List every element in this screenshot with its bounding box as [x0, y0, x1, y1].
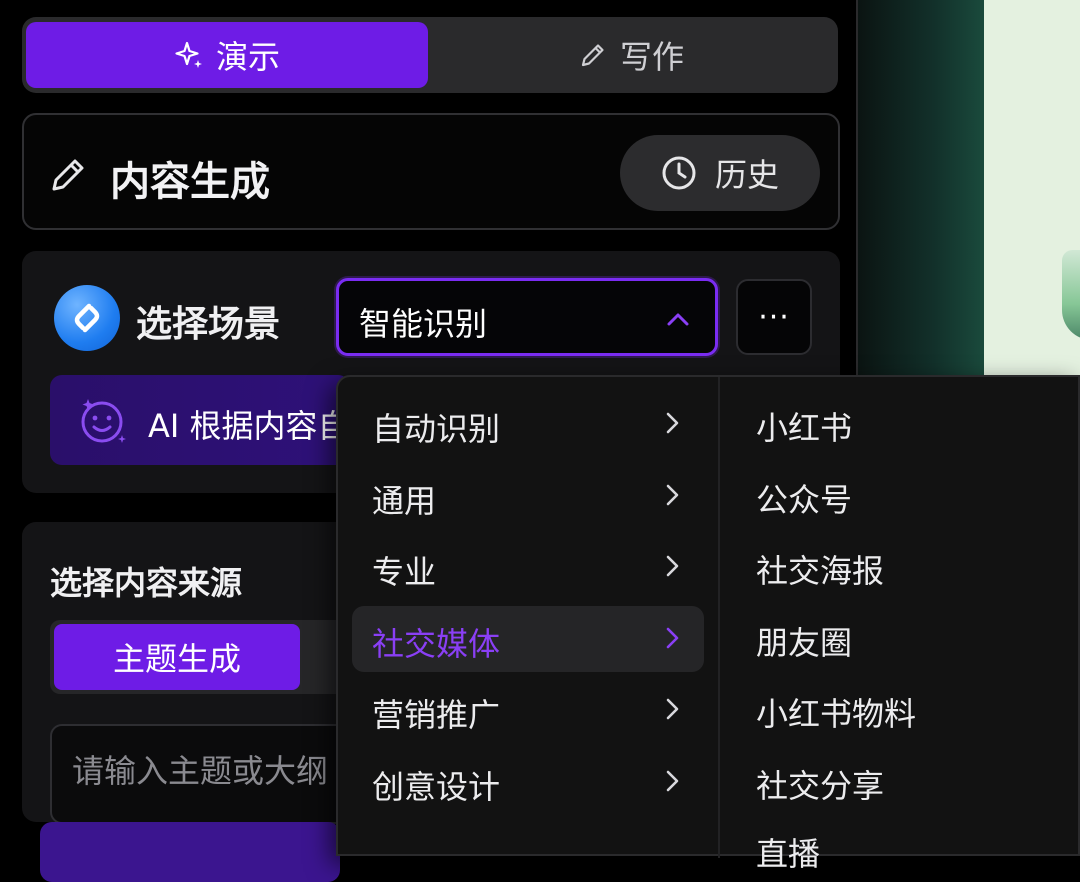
content-gen-header: 内容生成 历史: [22, 113, 840, 230]
topic-input-placeholder: 请输入主题或大纲: [72, 752, 329, 790]
menu-subitem-xiaohongshu[interactable]: 小红书: [756, 403, 852, 449]
page-title: 内容生成: [110, 159, 270, 205]
menu-category-marketing[interactable]: 营销推广: [352, 677, 704, 743]
menu-category-label: 专业: [372, 553, 437, 591]
menu-category-creative[interactable]: 创意设计: [352, 749, 704, 815]
tab-topic-generation[interactable]: 主题生成: [54, 624, 300, 690]
menu-category-social-media[interactable]: 社交媒体: [352, 606, 704, 672]
menu-category-label: 通用: [372, 482, 437, 520]
menu-category-label: 社交媒体: [372, 625, 501, 663]
topic-input[interactable]: 请输入主题或大纲: [50, 724, 350, 824]
menu-subitem-xiaohongshu-material[interactable]: 小红书物料: [756, 689, 916, 735]
scene-label: 选择场景: [136, 304, 281, 345]
chevron-right-icon: [666, 698, 679, 720]
mode-present-label: 演示: [215, 38, 280, 76]
history-button[interactable]: 历史: [620, 135, 820, 211]
content-source-title: 选择内容来源: [50, 564, 243, 602]
generate-button[interactable]: [40, 822, 340, 882]
ai-banner: AI 根据内容自: [50, 375, 350, 465]
mode-present-tab[interactable]: 演示: [26, 22, 428, 88]
mode-write-tab[interactable]: 写作: [428, 22, 834, 88]
app-logo-icon: [54, 285, 120, 351]
sparkle-icon: [175, 41, 202, 68]
history-label: 历史: [714, 156, 779, 194]
clock-icon: [662, 156, 696, 190]
ai-face-icon: [81, 399, 126, 443]
menu-subitem-official-account[interactable]: 公众号: [756, 475, 852, 521]
chevron-up-icon: [667, 313, 689, 326]
scene-dropdown-menu: 自动识别 通用 专业 社交媒体 营销推广 创意设计 小红书 公众号 社交海报 朋…: [336, 375, 1080, 873]
scene-select[interactable]: 智能识别: [336, 278, 718, 356]
menu-category-professional[interactable]: 专业: [352, 534, 704, 600]
chevron-right-icon: [666, 770, 679, 792]
menu-category-label: 自动识别: [372, 410, 501, 448]
content-source-tabs: 主题生成: [50, 620, 350, 694]
menu-category-general[interactable]: 通用: [352, 463, 704, 529]
ai-banner-text: AI 根据内容自: [148, 407, 350, 445]
menu-category-label: 创意设计: [372, 768, 501, 806]
menu-category-auto[interactable]: 自动识别: [352, 391, 704, 457]
pencil-icon: [581, 44, 604, 67]
menu-subitem-social-share[interactable]: 社交分享: [756, 761, 884, 807]
menu-divider: [718, 377, 720, 858]
chevron-right-icon: [666, 627, 679, 649]
menu-subitem-moments[interactable]: 朋友圈: [756, 618, 852, 664]
scene-select-value: 智能识别: [359, 305, 488, 343]
mode-write-label: 写作: [619, 38, 684, 76]
chevron-right-icon: [666, 555, 679, 577]
chevron-right-icon: [666, 484, 679, 506]
background-dark-panel: [858, 0, 984, 380]
menu-category-label: 营销推广: [372, 696, 501, 734]
pencil-icon: [52, 159, 84, 191]
chevron-right-icon: [666, 412, 679, 434]
mode-toggle: 演示 写作: [22, 17, 838, 93]
more-options-button[interactable]: ···: [736, 279, 812, 355]
menu-subitem-live[interactable]: 直播: [756, 829, 820, 875]
menu-subitem-social-poster[interactable]: 社交海报: [756, 546, 884, 592]
